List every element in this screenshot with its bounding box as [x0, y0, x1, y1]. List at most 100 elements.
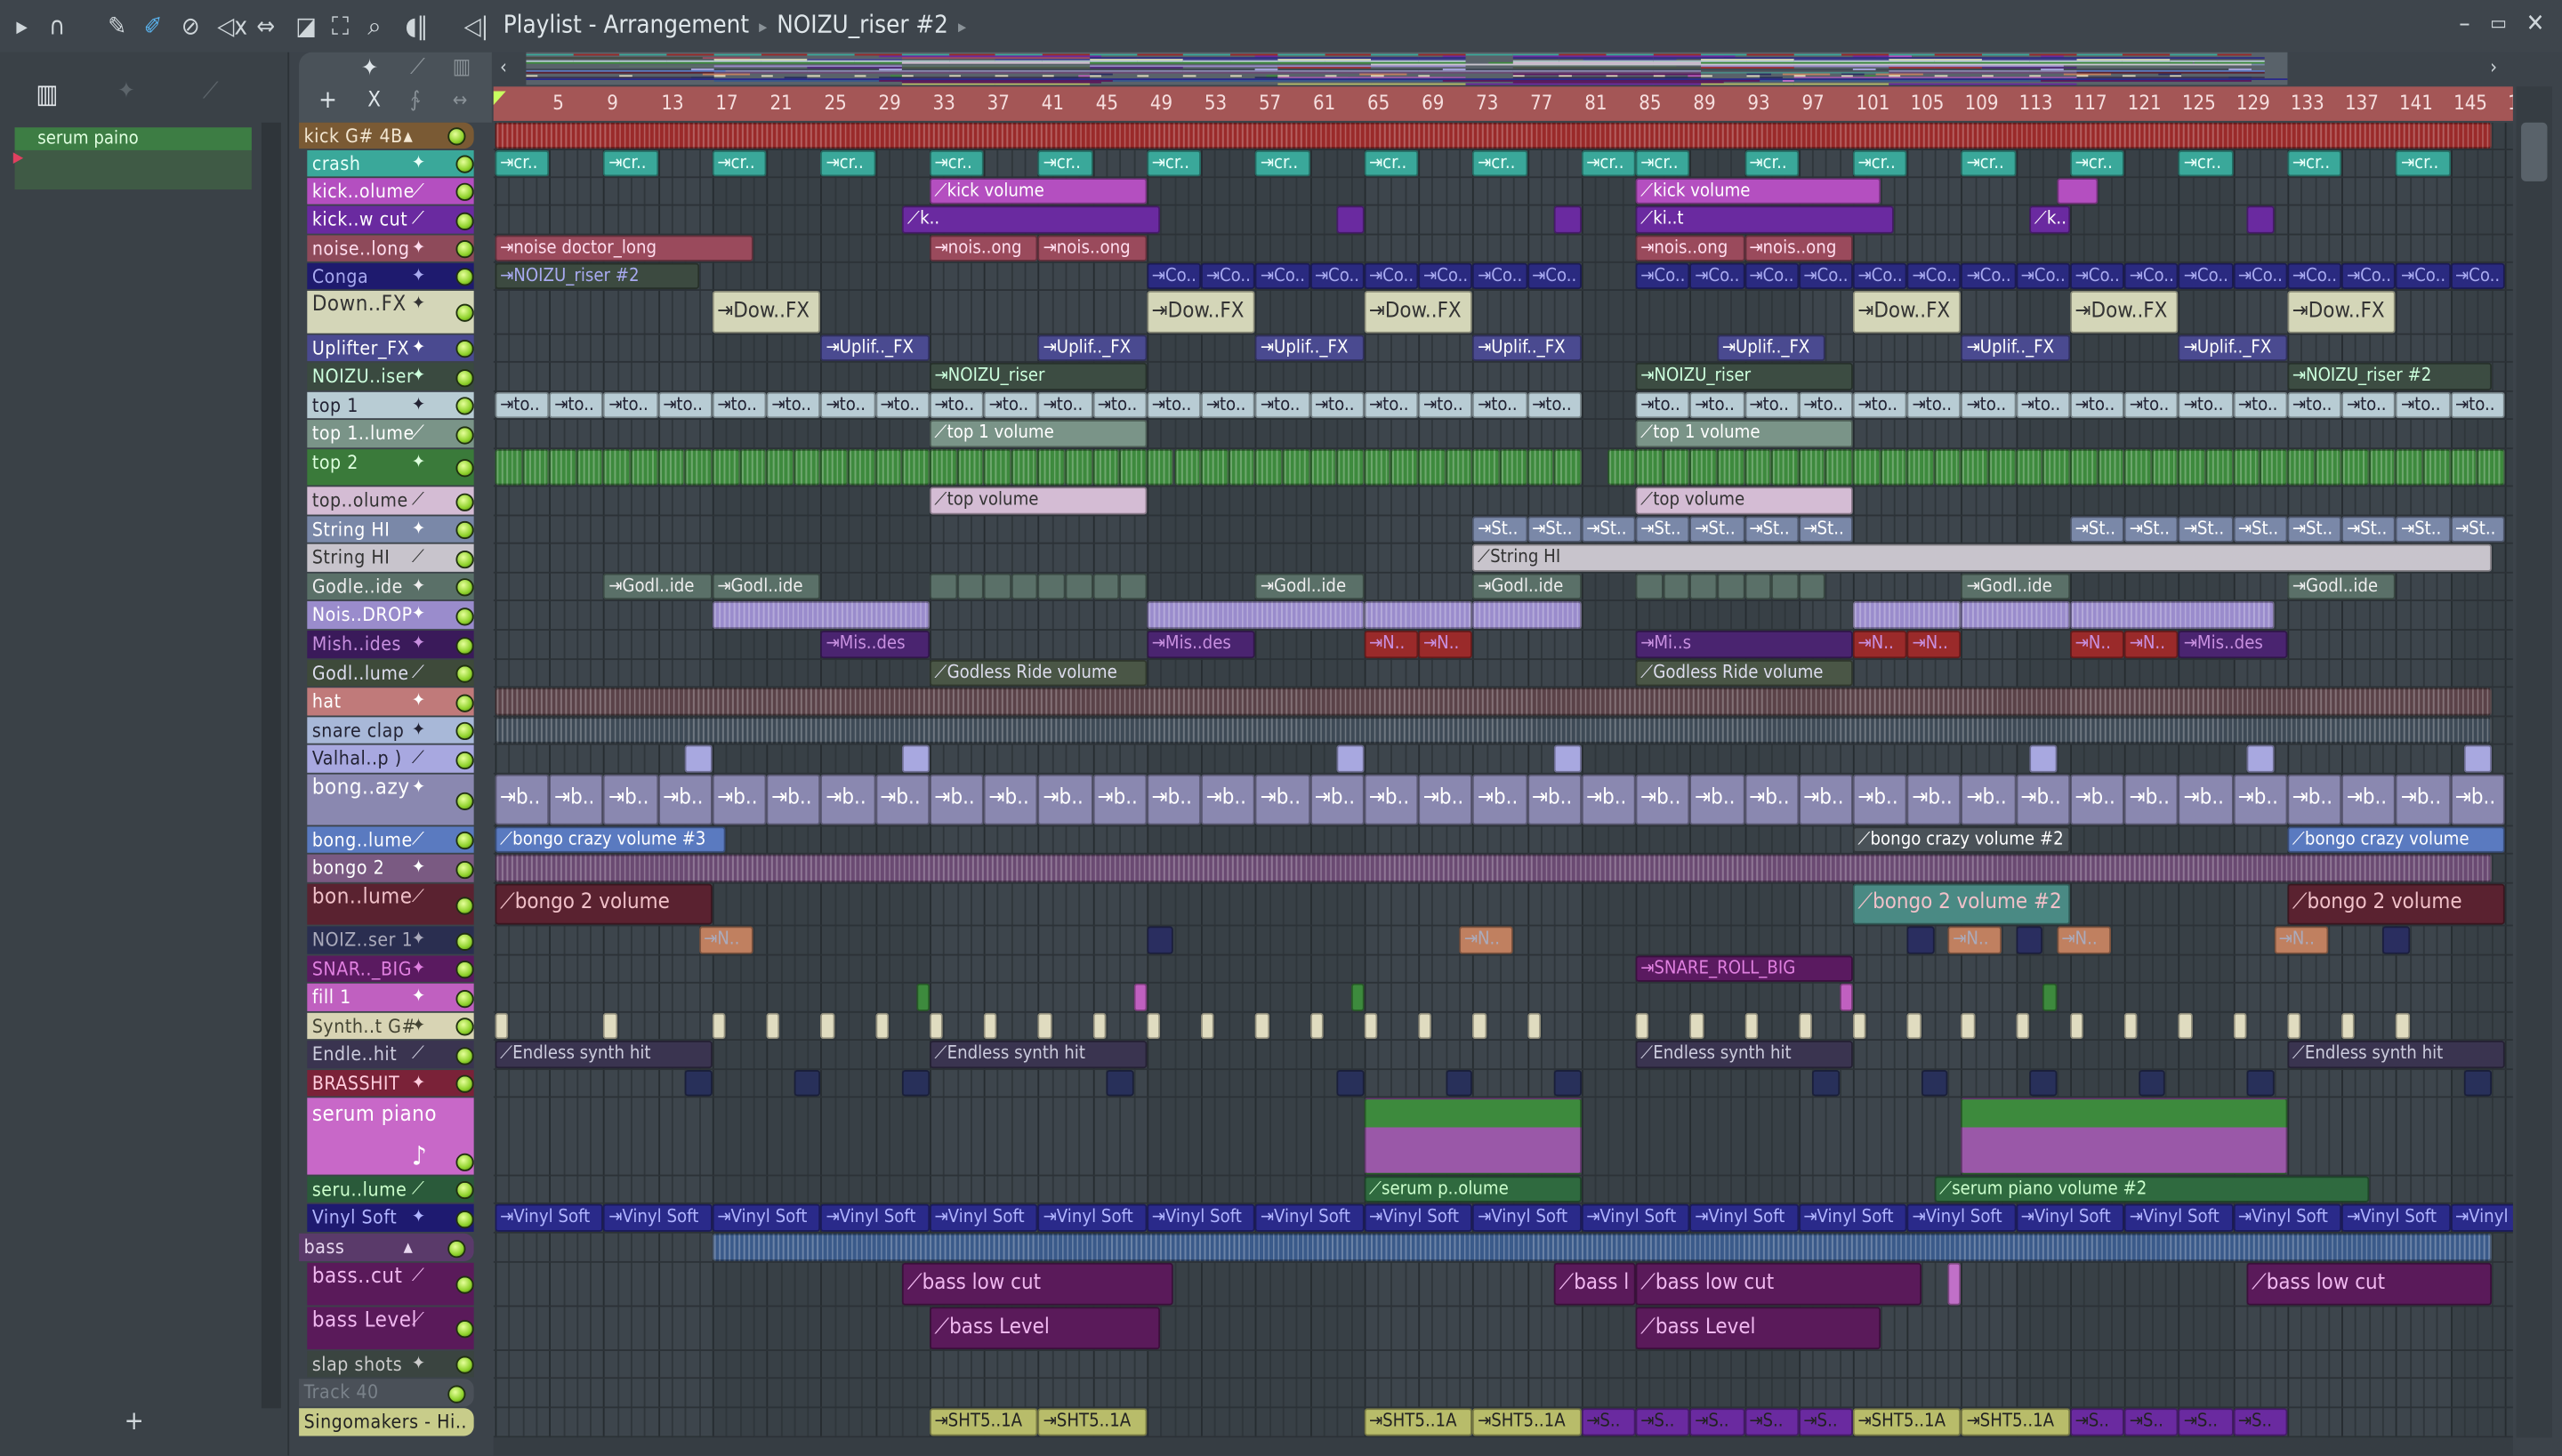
- playlist-clip[interactable]: [1038, 449, 1066, 486]
- playlist-clip[interactable]: ⇥Uplif.._FX: [820, 334, 930, 361]
- mute-icon[interactable]: ◁x: [217, 10, 247, 43]
- playlist-clip[interactable]: ⇥b..: [549, 774, 604, 825]
- track-header[interactable]: hat ✦: [307, 688, 474, 716]
- playlist-clip[interactable]: ⇥b..: [495, 774, 550, 825]
- playlist-clip[interactable]: [766, 1012, 781, 1040]
- playlist-clip[interactable]: [1961, 449, 1989, 486]
- playlist-clip[interactable]: ⇥cr..: [2287, 149, 2342, 177]
- playlist-clip[interactable]: [929, 573, 957, 600]
- track-header[interactable]: Vinyl Soft ✦: [307, 1203, 474, 1232]
- playlist-clip[interactable]: [495, 688, 2492, 716]
- track-mute-led[interactable]: [447, 1239, 466, 1258]
- track-header[interactable]: kick..olume ⟋: [307, 178, 474, 205]
- playlist-clip[interactable]: [2463, 744, 2492, 773]
- vertical-scrollbar[interactable]: [2516, 86, 2552, 1438]
- playlist-clip[interactable]: ⇥Uplif.._FX: [2179, 334, 2288, 361]
- track-header[interactable]: slap shots ✦: [307, 1350, 474, 1378]
- track-header[interactable]: Endle..hit ⟋: [307, 1040, 474, 1069]
- playback-icon[interactable]: ◖‖: [406, 10, 428, 43]
- playlist-clip[interactable]: [495, 1012, 509, 1040]
- playlist-clip[interactable]: ⇥to..: [1201, 391, 1256, 419]
- playlist-clip[interactable]: ⇥Mi..s: [1635, 630, 1853, 659]
- playlist-clip[interactable]: ⇥St..: [1472, 516, 1527, 543]
- playlist-clip[interactable]: [2477, 449, 2505, 486]
- playlist-clip[interactable]: ⇥Dow..FX: [2070, 290, 2179, 334]
- track-mute-led[interactable]: [455, 550, 474, 568]
- playlist-clip[interactable]: ⇥b..: [712, 774, 767, 825]
- playlist-clip[interactable]: ⇥to..: [1472, 391, 1527, 419]
- playlist-clip[interactable]: [1147, 600, 1365, 630]
- playlist-clip[interactable]: ⇥NOIZU_riser: [1635, 362, 1853, 390]
- playlist-clip[interactable]: [1390, 449, 1419, 486]
- playlist-clip[interactable]: [1255, 449, 1283, 486]
- playlist-clip[interactable]: [1947, 1262, 1962, 1306]
- track-mute-led[interactable]: [455, 721, 474, 741]
- playlist-clip[interactable]: ⇥cr..: [2396, 149, 2451, 177]
- playlist-clip[interactable]: ⇥Co..: [1309, 262, 1365, 290]
- playlist-clip[interactable]: [1336, 1070, 1365, 1097]
- playlist-clip[interactable]: ⟋top volume: [1635, 487, 1853, 515]
- track-header[interactable]: Uplifter_FX ✦: [307, 334, 474, 361]
- playlist-clip[interactable]: ⇥cr..: [1038, 149, 1093, 177]
- playlist-clip[interactable]: ⇥Dow..FX: [1852, 290, 1962, 334]
- playlist-clip[interactable]: ⟋top volume: [929, 487, 1148, 515]
- playlist-clip[interactable]: [1635, 449, 1664, 486]
- playlist-clip[interactable]: ⇥to..: [1147, 391, 1202, 419]
- playlist-clip[interactable]: [2368, 449, 2397, 486]
- playlist-clip[interactable]: ⇥Vinyl Soft: [2124, 1203, 2234, 1232]
- playlist-clip[interactable]: ⇥b..: [1906, 774, 1962, 825]
- track-mute-led[interactable]: [455, 1275, 474, 1294]
- playlist-clip[interactable]: [1364, 1098, 1582, 1175]
- playlist-clip[interactable]: ⟋bongo 2 volume #2: [1852, 883, 2071, 925]
- playlist-clip[interactable]: [1418, 1012, 1432, 1040]
- track-mute-led[interactable]: [455, 155, 474, 173]
- scroll-left-icon[interactable]: ‹: [500, 55, 507, 78]
- timeline-ruler[interactable]: 5 9 13 17 21 25 29 33 37 41 45 49 53 57 61 65 69 73 77 81 85…: [493, 86, 2513, 121]
- playlist-clip[interactable]: [1350, 983, 1365, 1011]
- playlist-clip[interactable]: [1663, 449, 1690, 486]
- playlist-clip[interactable]: [848, 449, 875, 486]
- playlist-clip[interactable]: [820, 1012, 835, 1040]
- playlist-clip[interactable]: ⇥b..: [2016, 774, 2071, 825]
- track-header[interactable]: bong..azy ✦: [307, 774, 474, 825]
- playlist-clip[interactable]: [2260, 449, 2288, 486]
- pattern-selector[interactable]: NOIZU_riser #2: [777, 10, 948, 39]
- playlist-clip[interactable]: ⇥Vinyl Soft: [2233, 1203, 2342, 1232]
- track-mute-led[interactable]: [447, 127, 466, 146]
- playlist-clip[interactable]: ⇥cr..: [1852, 149, 1907, 177]
- track-header[interactable]: BRASSHIT ✦: [307, 1070, 474, 1097]
- playlist-clip[interactable]: ⇥Mis..des: [820, 630, 930, 659]
- playlist-clip[interactable]: ⇥N..: [2056, 926, 2111, 954]
- playlist-clip[interactable]: ⇥nois..ong: [1635, 235, 1744, 261]
- playlist-clip[interactable]: [1689, 573, 1718, 600]
- playlist-clip[interactable]: ⇥Co..: [1472, 262, 1527, 290]
- playlist-clip[interactable]: ⇥to..: [2396, 391, 2451, 419]
- playlist-clip[interactable]: [929, 449, 957, 486]
- playlist-clip[interactable]: ⇥SHT5..1A: [1038, 1408, 1148, 1436]
- playlist-clip[interactable]: ⇥b..: [1201, 774, 1256, 825]
- playlist-clip[interactable]: ⇥b..: [1527, 774, 1582, 825]
- playlist-clip[interactable]: ⇥Co..: [1798, 262, 1853, 290]
- playlist-clip[interactable]: ⟋String HI: [1472, 543, 2492, 572]
- playlist-clip[interactable]: ⟋top 1 volume: [1635, 420, 1853, 448]
- playlist-clip[interactable]: ⇥S..: [2179, 1408, 2234, 1436]
- playlist-clip[interactable]: ⇥Uplif.._FX: [1255, 334, 1365, 361]
- playlist-clip[interactable]: [1798, 1012, 1813, 1040]
- playlist-clip[interactable]: ⇥Vinyl Soft: [603, 1203, 713, 1232]
- playlist-clip[interactable]: [2016, 449, 2043, 486]
- playlist-clip[interactable]: ⇥S..: [1689, 1408, 1744, 1436]
- playlist-clip[interactable]: [1744, 573, 1772, 600]
- pattern-filter-icon[interactable]: ▥: [453, 55, 471, 80]
- playlist-clip[interactable]: [657, 449, 686, 486]
- playlist-clip[interactable]: [983, 1012, 998, 1040]
- playlist-clip[interactable]: [1906, 926, 1935, 954]
- playlist-clip[interactable]: ⇥to..: [2016, 391, 2071, 419]
- chevron-right-icon[interactable]: ▸: [958, 16, 966, 37]
- playlist-clip[interactable]: ⇥to..: [1092, 391, 1148, 419]
- paint-brush-icon[interactable]: ✐: [144, 10, 163, 43]
- playlist-clip[interactable]: ⇥b..: [1852, 774, 1907, 825]
- playlist-clip[interactable]: [1147, 1012, 1161, 1040]
- playlist-clip[interactable]: [766, 449, 794, 486]
- playlist-clip[interactable]: [1500, 449, 1527, 486]
- playlist-clip[interactable]: ⇥N..: [2070, 630, 2125, 659]
